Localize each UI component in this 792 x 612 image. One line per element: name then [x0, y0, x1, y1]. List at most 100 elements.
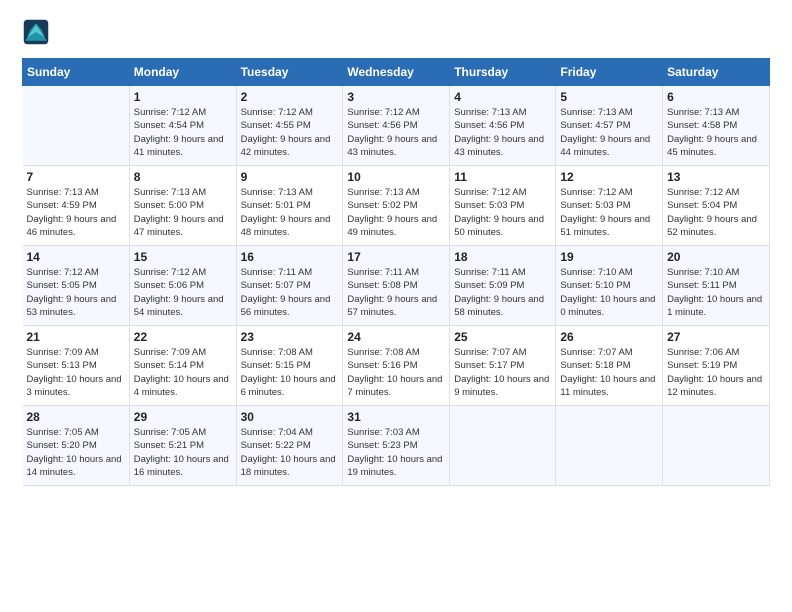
- day-number: 30: [241, 410, 339, 424]
- day-number: 13: [667, 170, 765, 184]
- day-info: Sunrise: 7:12 AMSunset: 5:05 PMDaylight:…: [27, 266, 125, 319]
- day-info: Sunrise: 7:12 AMSunset: 5:04 PMDaylight:…: [667, 186, 765, 239]
- day-info: Sunrise: 7:13 AMSunset: 4:56 PMDaylight:…: [454, 106, 551, 159]
- week-row-2: 7 Sunrise: 7:13 AMSunset: 4:59 PMDaylight…: [23, 166, 770, 246]
- day-cell: 2 Sunrise: 7:12 AMSunset: 4:55 PMDaylight…: [236, 86, 343, 166]
- col-header-friday: Friday: [556, 59, 663, 86]
- day-number: 7: [27, 170, 125, 184]
- day-info: Sunrise: 7:13 AMSunset: 4:57 PMDaylight:…: [560, 106, 658, 159]
- calendar-table: SundayMondayTuesdayWednesdayThursdayFrid…: [22, 58, 770, 486]
- week-row-4: 21 Sunrise: 7:09 AMSunset: 5:13 PMDayligh…: [23, 326, 770, 406]
- day-cell: 8Sunrise: 7:13 AMSunset: 5:00 PMDaylight…: [129, 166, 236, 246]
- day-info: Sunrise: 7:13 AMSunset: 5:02 PMDaylight:…: [347, 186, 445, 239]
- day-info: Sunrise: 7:07 AMSunset: 5:17 PMDaylight:…: [454, 346, 551, 399]
- day-number: 16: [241, 250, 339, 264]
- day-number: 18: [454, 250, 551, 264]
- day-number: 15: [134, 250, 232, 264]
- day-info: Sunrise: 7:12 AMSunset: 4:55 PMDaylight:…: [241, 106, 339, 159]
- day-info: Sunrise: 7:11 AMSunset: 5:08 PMDaylight:…: [347, 266, 445, 319]
- day-number: 1: [134, 90, 232, 104]
- day-number: 24: [347, 330, 445, 344]
- day-info: Sunrise: 7:13 AMSunset: 5:01 PMDaylight:…: [241, 186, 339, 239]
- day-cell: 29Sunrise: 7:05 AMSunset: 5:21 PMDayligh…: [129, 406, 236, 486]
- day-cell: 19Sunrise: 7:10 AMSunset: 5:10 PMDayligh…: [556, 246, 663, 326]
- day-cell: 1 Sunrise: 7:12 AMSunset: 4:54 PMDaylight…: [129, 86, 236, 166]
- day-number: 25: [454, 330, 551, 344]
- day-info: Sunrise: 7:10 AMSunset: 5:10 PMDaylight:…: [560, 266, 658, 319]
- day-cell: 26 Sunrise: 7:07 AMSunset: 5:18 PMDayligh…: [556, 326, 663, 406]
- day-cell: 11 Sunrise: 7:12 AMSunset: 5:03 PMDayligh…: [450, 166, 556, 246]
- day-cell: 4 Sunrise: 7:13 AMSunset: 4:56 PMDaylight…: [450, 86, 556, 166]
- day-info: Sunrise: 7:12 AMSunset: 5:03 PMDaylight:…: [560, 186, 658, 239]
- day-number: 12: [560, 170, 658, 184]
- day-cell: 3 Sunrise: 7:12 AMSunset: 4:56 PMDaylight…: [343, 86, 450, 166]
- day-info: Sunrise: 7:04 AMSunset: 5:22 PMDaylight:…: [241, 426, 339, 479]
- calendar-header-row: SundayMondayTuesdayWednesdayThursdayFrid…: [23, 59, 770, 86]
- day-cell: 17 Sunrise: 7:11 AMSunset: 5:08 PMDayligh…: [343, 246, 450, 326]
- page: SundayMondayTuesdayWednesdayThursdayFrid…: [0, 0, 792, 612]
- day-cell: 22 Sunrise: 7:09 AMSunset: 5:14 PMDayligh…: [129, 326, 236, 406]
- day-info: Sunrise: 7:06 AMSunset: 5:19 PMDaylight:…: [667, 346, 765, 399]
- day-cell: [556, 406, 663, 486]
- day-number: 26: [560, 330, 658, 344]
- day-number: 20: [667, 250, 765, 264]
- day-cell: 14 Sunrise: 7:12 AMSunset: 5:05 PMDayligh…: [23, 246, 130, 326]
- day-cell: 30 Sunrise: 7:04 AMSunset: 5:22 PMDayligh…: [236, 406, 343, 486]
- day-number: 9: [241, 170, 339, 184]
- day-cell: [663, 406, 770, 486]
- col-header-sunday: Sunday: [23, 59, 130, 86]
- day-info: Sunrise: 7:12 AMSunset: 5:06 PMDaylight:…: [134, 266, 232, 319]
- day-number: 17: [347, 250, 445, 264]
- col-header-saturday: Saturday: [663, 59, 770, 86]
- header: [22, 18, 770, 46]
- day-cell: 13 Sunrise: 7:12 AMSunset: 5:04 PMDayligh…: [663, 166, 770, 246]
- day-cell: 25 Sunrise: 7:07 AMSunset: 5:17 PMDayligh…: [450, 326, 556, 406]
- day-number: 14: [27, 250, 125, 264]
- day-info: Sunrise: 7:09 AMSunset: 5:14 PMDaylight:…: [134, 346, 232, 399]
- week-row-1: 1 Sunrise: 7:12 AMSunset: 4:54 PMDaylight…: [23, 86, 770, 166]
- day-number: 2: [241, 90, 339, 104]
- day-cell: 6 Sunrise: 7:13 AMSunset: 4:58 PMDaylight…: [663, 86, 770, 166]
- day-number: 11: [454, 170, 551, 184]
- day-info: Sunrise: 7:05 AMSunset: 5:21 PMDaylight:…: [134, 426, 232, 479]
- day-cell: 18 Sunrise: 7:11 AMSunset: 5:09 PMDayligh…: [450, 246, 556, 326]
- day-info: Sunrise: 7:11 AMSunset: 5:07 PMDaylight:…: [241, 266, 339, 319]
- day-number: 3: [347, 90, 445, 104]
- day-cell: 12 Sunrise: 7:12 AMSunset: 5:03 PMDayligh…: [556, 166, 663, 246]
- day-cell: 5Sunrise: 7:13 AMSunset: 4:57 PMDaylight…: [556, 86, 663, 166]
- day-cell: 23Sunrise: 7:08 AMSunset: 5:15 PMDayligh…: [236, 326, 343, 406]
- logo-icon: [22, 18, 50, 46]
- day-cell: [23, 86, 130, 166]
- day-info: Sunrise: 7:12 AMSunset: 5:03 PMDaylight:…: [454, 186, 551, 239]
- day-number: 31: [347, 410, 445, 424]
- day-number: 28: [27, 410, 125, 424]
- day-info: Sunrise: 7:08 AMSunset: 5:16 PMDaylight:…: [347, 346, 445, 399]
- col-header-wednesday: Wednesday: [343, 59, 450, 86]
- day-cell: 31 Sunrise: 7:03 AMSunset: 5:23 PMDayligh…: [343, 406, 450, 486]
- day-info: Sunrise: 7:13 AMSunset: 4:59 PMDaylight:…: [27, 186, 125, 239]
- day-info: Sunrise: 7:13 AMSunset: 5:00 PMDaylight:…: [134, 186, 232, 239]
- day-info: Sunrise: 7:03 AMSunset: 5:23 PMDaylight:…: [347, 426, 445, 479]
- day-cell: 15 Sunrise: 7:12 AMSunset: 5:06 PMDayligh…: [129, 246, 236, 326]
- week-row-3: 14 Sunrise: 7:12 AMSunset: 5:05 PMDayligh…: [23, 246, 770, 326]
- day-info: Sunrise: 7:07 AMSunset: 5:18 PMDaylight:…: [560, 346, 658, 399]
- col-header-thursday: Thursday: [450, 59, 556, 86]
- day-number: 4: [454, 90, 551, 104]
- day-info: Sunrise: 7:12 AMSunset: 4:54 PMDaylight:…: [134, 106, 232, 159]
- day-info: Sunrise: 7:12 AMSunset: 4:56 PMDaylight:…: [347, 106, 445, 159]
- day-info: Sunrise: 7:11 AMSunset: 5:09 PMDaylight:…: [454, 266, 551, 319]
- logo: [22, 18, 54, 46]
- day-cell: 28 Sunrise: 7:05 AMSunset: 5:20 PMDayligh…: [23, 406, 130, 486]
- col-header-monday: Monday: [129, 59, 236, 86]
- day-info: Sunrise: 7:09 AMSunset: 5:13 PMDaylight:…: [27, 346, 125, 399]
- day-info: Sunrise: 7:13 AMSunset: 4:58 PMDaylight:…: [667, 106, 765, 159]
- day-info: Sunrise: 7:08 AMSunset: 5:15 PMDaylight:…: [241, 346, 339, 399]
- day-number: 6: [667, 90, 765, 104]
- day-cell: 20 Sunrise: 7:10 AMSunset: 5:11 PMDayligh…: [663, 246, 770, 326]
- day-cell: 21 Sunrise: 7:09 AMSunset: 5:13 PMDayligh…: [23, 326, 130, 406]
- day-cell: 27Sunrise: 7:06 AMSunset: 5:19 PMDayligh…: [663, 326, 770, 406]
- day-info: Sunrise: 7:05 AMSunset: 5:20 PMDaylight:…: [27, 426, 125, 479]
- day-number: 22: [134, 330, 232, 344]
- day-info: Sunrise: 7:10 AMSunset: 5:11 PMDaylight:…: [667, 266, 765, 319]
- day-number: 21: [27, 330, 125, 344]
